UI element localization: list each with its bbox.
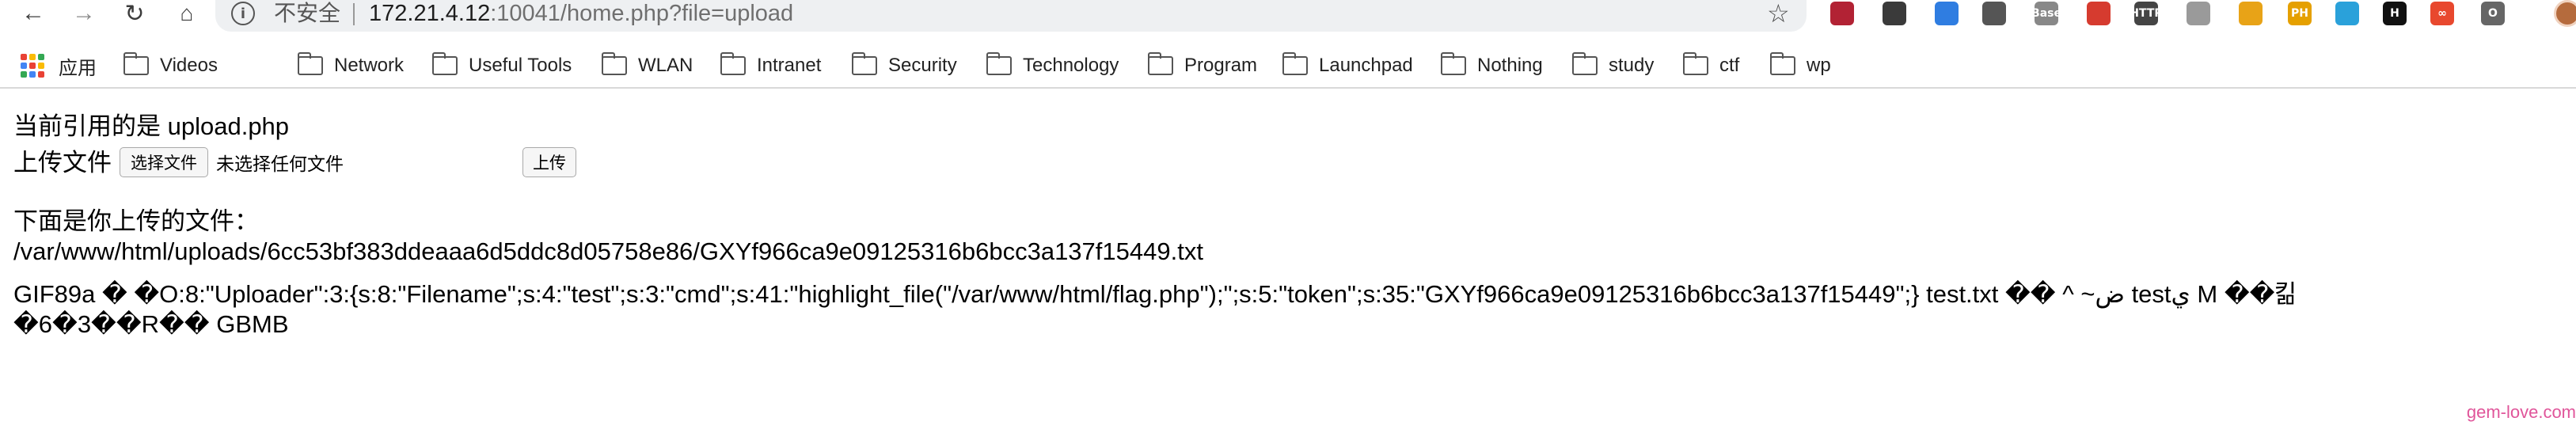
bookmark-label: Security bbox=[888, 55, 957, 76]
santa-icon[interactable] bbox=[2087, 2, 2111, 25]
bookmark-videos[interactable]: Videos bbox=[123, 51, 218, 81]
bookmark-star-icon[interactable]: ☆ bbox=[1767, 0, 1790, 27]
choose-file-button[interactable]: 选择文件 bbox=[120, 146, 208, 177]
folder-icon bbox=[431, 52, 458, 75]
laptop-icon[interactable] bbox=[1883, 2, 1906, 25]
bookmark-label: Nothing bbox=[1477, 55, 1543, 76]
url-host: 172.21.4.12 bbox=[369, 1, 491, 26]
info-icon[interactable]: i bbox=[231, 2, 255, 25]
bookmark-intranet[interactable]: Intranet bbox=[720, 51, 821, 81]
folder-icon bbox=[1440, 52, 1466, 75]
bookmark-label: study bbox=[1609, 55, 1655, 76]
file-content-line-2: �6�3��R�� GBMB bbox=[13, 310, 289, 338]
folder-icon bbox=[1147, 52, 1173, 75]
bookmark-useful-tools[interactable]: Useful Tools bbox=[431, 51, 572, 81]
bookmark-technology[interactable]: Technology bbox=[986, 51, 1119, 81]
bookmark-study[interactable]: study bbox=[1571, 51, 1655, 81]
bookmark-apps[interactable]: 应用 bbox=[59, 51, 97, 81]
bookmark-label: Videos bbox=[160, 55, 218, 76]
profile-avatar[interactable] bbox=[2554, 0, 2576, 27]
folder-icon bbox=[297, 52, 323, 75]
cloud-icon[interactable] bbox=[1935, 2, 1959, 25]
upload-submit-button[interactable]: 上传 bbox=[522, 147, 576, 177]
cookie-icon[interactable] bbox=[1982, 2, 2006, 25]
base64-icon[interactable]: Base bbox=[2031, 2, 2061, 25]
home-icon[interactable]: ⌂ bbox=[169, 0, 204, 27]
security-label[interactable]: 不安全 bbox=[274, 0, 340, 27]
url-text[interactable]: 172.21.4.12:10041/home.php?file=upload bbox=[369, 0, 793, 27]
bookmark-network[interactable]: Network bbox=[297, 51, 405, 81]
upload-row: 上传文件 选择文件 未选择任何文件 bbox=[13, 142, 344, 180]
bookmark-wlan[interactable]: WLAN bbox=[601, 51, 693, 81]
bookmark-program[interactable]: Program bbox=[1147, 51, 1258, 81]
uploaded-heading: 下面是你上传的文件： bbox=[13, 207, 259, 235]
bookmark-label: Intranet bbox=[757, 55, 822, 76]
reload-icon[interactable]: ↻ bbox=[117, 0, 152, 27]
watermark-text: gem-love.com bbox=[2466, 402, 2576, 422]
bookmark-launchpad[interactable]: Launchpad bbox=[1282, 51, 1413, 81]
bookmark-label: Network bbox=[334, 55, 405, 76]
bookmark-ctf[interactable]: ctf bbox=[1682, 51, 1740, 81]
infinity-icon[interactable]: ∞ bbox=[2430, 2, 2454, 25]
folder-icon bbox=[1682, 52, 1708, 75]
folder-icon bbox=[720, 52, 746, 75]
bookmark-label: wp bbox=[1807, 55, 1831, 76]
back-arrow-icon[interactable]: ← bbox=[16, 0, 51, 27]
apps-grid-icon[interactable] bbox=[21, 54, 44, 78]
bookmark-nothing[interactable]: Nothing bbox=[1440, 51, 1543, 81]
shield-ext-icon[interactable] bbox=[2239, 2, 2263, 25]
telegram-icon[interactable] bbox=[2335, 2, 2359, 25]
bookmark-label: Technology bbox=[1023, 55, 1119, 76]
bookmark-label: Program bbox=[1184, 55, 1258, 76]
bookmark-wp[interactable]: wp bbox=[1769, 51, 1831, 81]
forward-arrow-icon[interactable]: → bbox=[66, 0, 101, 27]
uploaded-file-path: /var/www/html/uploads/6cc53bf383ddeaaa6d… bbox=[13, 237, 1203, 265]
h-icon[interactable]: H bbox=[2383, 2, 2407, 25]
us-flag-icon[interactable] bbox=[1830, 2, 1854, 25]
o-icon[interactable]: O bbox=[2481, 2, 2505, 25]
bookmark-label: WLAN bbox=[638, 55, 693, 76]
browser-toolbar: ← → ↻ ⌂ i 不安全 172.21.4.12:10041/home.php… bbox=[0, 0, 2576, 35]
bookmark-label: 应用 bbox=[59, 57, 97, 79]
bookmark-label: ctf bbox=[1719, 55, 1740, 76]
url-path: :10041/home.php?file=upload bbox=[490, 1, 794, 26]
folder-icon bbox=[601, 52, 627, 75]
file-status-text: 未选择任何文件 bbox=[216, 153, 344, 174]
folder-icon bbox=[1571, 52, 1598, 75]
gear-ext-icon[interactable] bbox=[2187, 2, 2210, 25]
upload-label: 上传文件 bbox=[13, 149, 112, 177]
folder-icon bbox=[1769, 52, 1795, 75]
bookmark-security[interactable]: Security bbox=[851, 51, 957, 81]
http-icon[interactable]: HTTP bbox=[2130, 2, 2163, 25]
folder-icon bbox=[1282, 52, 1308, 75]
folder-icon bbox=[123, 52, 149, 75]
omnibox-divider bbox=[353, 3, 355, 25]
current-include-text: 当前引用的是 upload.php bbox=[13, 112, 290, 140]
ph-icon[interactable]: PH bbox=[2288, 2, 2312, 25]
bookmark-label: Launchpad bbox=[1319, 55, 1413, 76]
folder-icon bbox=[851, 52, 877, 75]
bookmark-label: Useful Tools bbox=[469, 55, 572, 76]
file-content-line-1: GIF89a � �O:8:"Uploader":3:{s:8:"Filenam… bbox=[13, 280, 2297, 308]
folder-icon bbox=[986, 52, 1012, 75]
